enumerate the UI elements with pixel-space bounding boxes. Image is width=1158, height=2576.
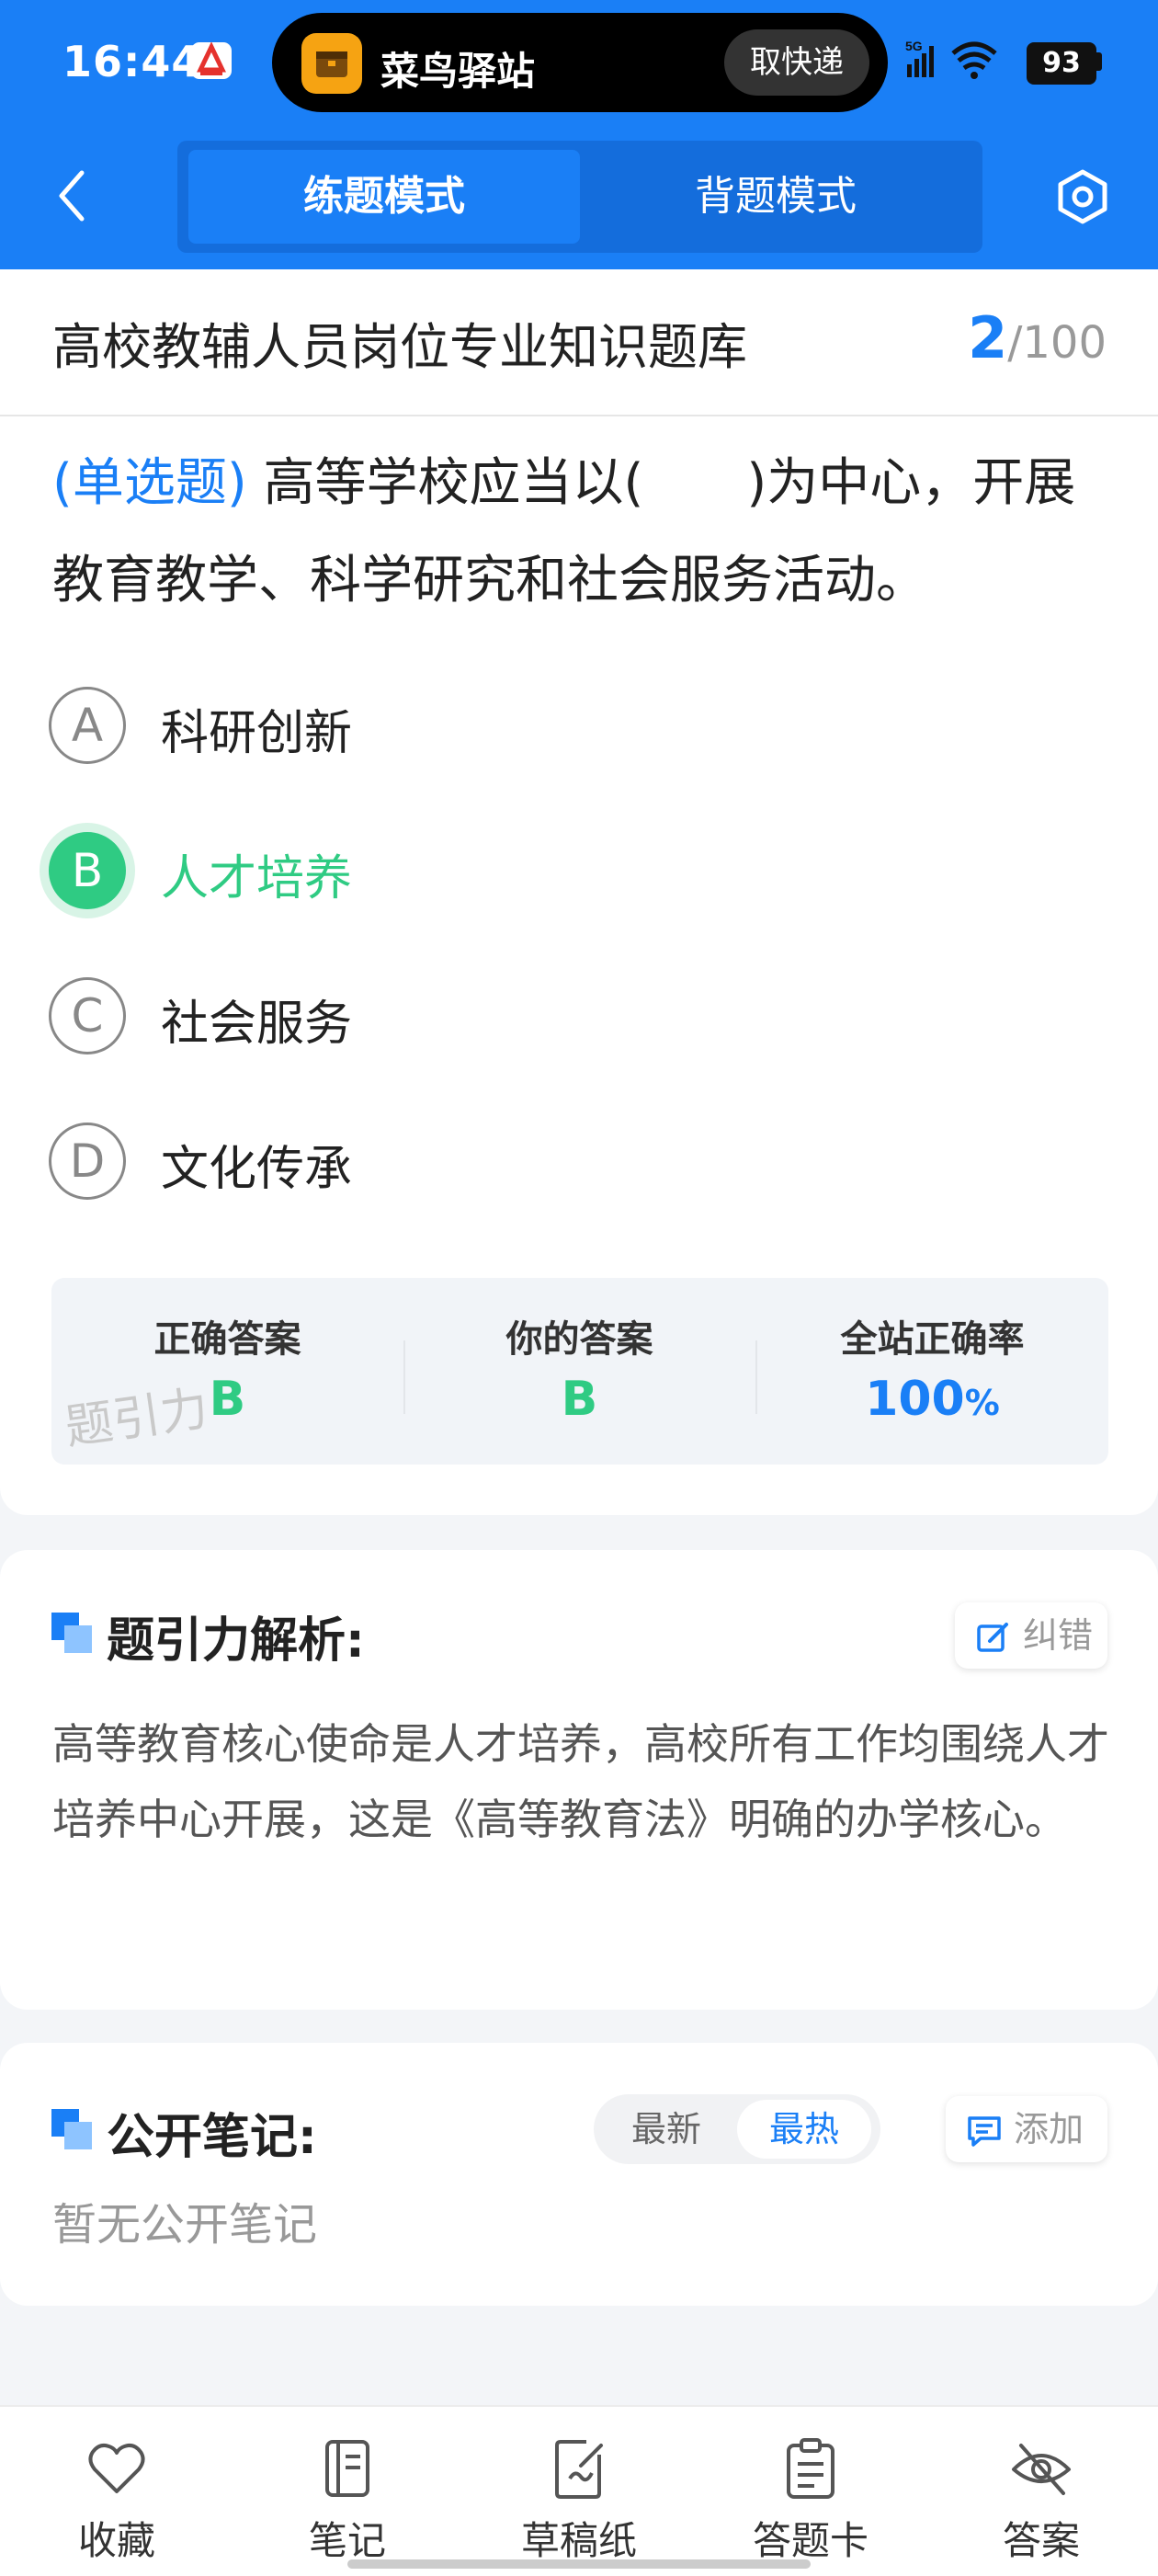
option-text: 科研创新 [161,706,353,761]
question-bank-title: 高校教辅人员岗位专业知识题库 [52,318,747,376]
option-d[interactable]: D 文化传承 [49,1119,1106,1207]
accuracy-label: 全站正确率 [840,1318,1025,1361]
nav-notes[interactable]: 笔记 [265,2407,430,2576]
question-stem: (单选题) 高等学校应当以( )为中心，开展教育教学、科学研究和社会服务活动。 [52,435,1109,630]
top-bar: 16:44 菜鸟驿站 取快递 5G 93 练题模式 背题模式 [0,0,1158,269]
nav-draft-label: 草稿纸 [520,2518,637,2563]
question-type: (单选题) [52,453,247,513]
option-text: 社会服务 [161,997,353,1052]
divider [0,415,1158,416]
sort-latest[interactable]: 最新 [599,2100,733,2159]
section-icon [51,1613,92,1653]
settings-hexagon-icon [1058,169,1107,224]
nav-answer[interactable]: 答案 [959,2407,1124,2576]
notes-title: 公开笔记: [107,2110,317,2165]
your-answer-stat: 你的答案 B [403,1278,755,1465]
network-type: 5G [905,39,923,53]
empty-notes-text: 暂无公开笔记 [52,2199,318,2251]
signal-wifi-icon: 5G [905,39,997,79]
option-text: 文化传承 [161,1142,353,1197]
report-error-button[interactable]: 纠错 [955,1602,1107,1669]
correct-answer-stat: 正确答案 B 题引力 [51,1278,403,1465]
answer-stats: 正确答案 B 题引力 你的答案 B 全站正确率 100% [51,1278,1108,1465]
notes-sort-toggle: 最新 最热 [594,2094,880,2164]
edit-icon [977,1623,1008,1652]
mode-tabs: 练题模式 背题模式 [177,141,982,253]
option-text: 人才培养 [161,851,353,906]
accuracy-unit: % [964,1383,1000,1423]
option-letter: C [49,977,126,1054]
option-c[interactable]: C 社会服务 [49,974,1106,1062]
status-indicators: 5G 93 [905,37,1126,85]
nav-notes-label: 笔记 [308,2518,386,2563]
add-note-button[interactable]: 添加 [946,2096,1107,2162]
battery-indicator: 93 [1027,42,1096,85]
correct-answer-label: 正确答案 [153,1318,301,1361]
nav-answer-card-label: 答题卡 [752,2518,868,2563]
question-card: 高校教辅人员岗位专业知识题库 2/100 (单选题) 高等学校应当以( )为中心… [0,269,1158,1515]
battery-cap [1096,52,1102,71]
notes-card: 公开笔记: 最新 最热 添加 暂无公开笔记 [0,2043,1158,2306]
option-b[interactable]: B 人才培养 [49,828,1106,917]
tab-practice-mode[interactable]: 练题模式 [188,150,580,244]
dynamic-island[interactable]: 菜鸟驿站 取快递 [272,13,888,112]
tab-memorize-mode[interactable]: 背题模式 [580,150,971,244]
nav-favorite[interactable]: 收藏 [34,2407,199,2576]
draft-icon [555,2440,603,2499]
total-questions: /100 [1007,317,1107,369]
back-button[interactable] [51,167,93,224]
nav-draft[interactable]: 草稿纸 [496,2407,662,2576]
notebook-icon [325,2440,369,2497]
option-letter: A [49,687,126,764]
accuracy-stat: 全站正确率 100% [756,1278,1108,1465]
analysis-text: 高等教育核心使命是人才培养，高校所有工作均围绕人才培养中心开展，这是《高等教育法… [52,1719,1109,1844]
your-answer-value: B [561,1372,598,1427]
chevron-left-icon [59,170,85,222]
nav-answer-card[interactable]: 答题卡 [728,2407,893,2576]
current-question-number: 2 [968,304,1008,371]
your-answer-label: 你的答案 [505,1318,653,1361]
question-counter: 2/100 [968,304,1107,371]
option-letter: B [49,832,126,909]
pickup-button[interactable]: 取快递 [724,29,869,96]
island-app-name: 菜鸟驿站 [380,49,536,94]
section-icon [51,2109,92,2149]
option-a[interactable]: A 科研创新 [49,683,1106,771]
heart-icon [88,2443,145,2493]
status-time: 16:44 [62,37,202,86]
nav-favorite-label: 收藏 [77,2518,155,2563]
notification-app-icon [191,42,232,79]
sort-hottest[interactable]: 最热 [737,2100,871,2159]
nav-answer-label: 答案 [1002,2518,1080,2563]
home-indicator[interactable] [347,2559,811,2569]
analysis-title: 题引力解析: [107,1613,365,1669]
option-letter: D [49,1123,126,1200]
accuracy-number: 100 [865,1372,965,1427]
accuracy-value: 100% [756,1372,1108,1427]
report-error-label: 纠错 [1023,1615,1094,1656]
bottom-nav: 收藏 笔记 草稿纸 答题卡 答案 [0,2405,1158,2576]
answer-card-icon [787,2438,834,2499]
eye-off-icon [1012,2444,1071,2495]
package-icon [301,33,362,94]
add-note-label: 添加 [1014,2109,1084,2149]
comment-icon [968,2116,1001,2147]
analysis-card: 题引力解析: 纠错 高等教育核心使命是人才培养，高校所有工作均围绕人才培养中心开… [0,1550,1158,2010]
settings-button[interactable] [1053,167,1112,226]
